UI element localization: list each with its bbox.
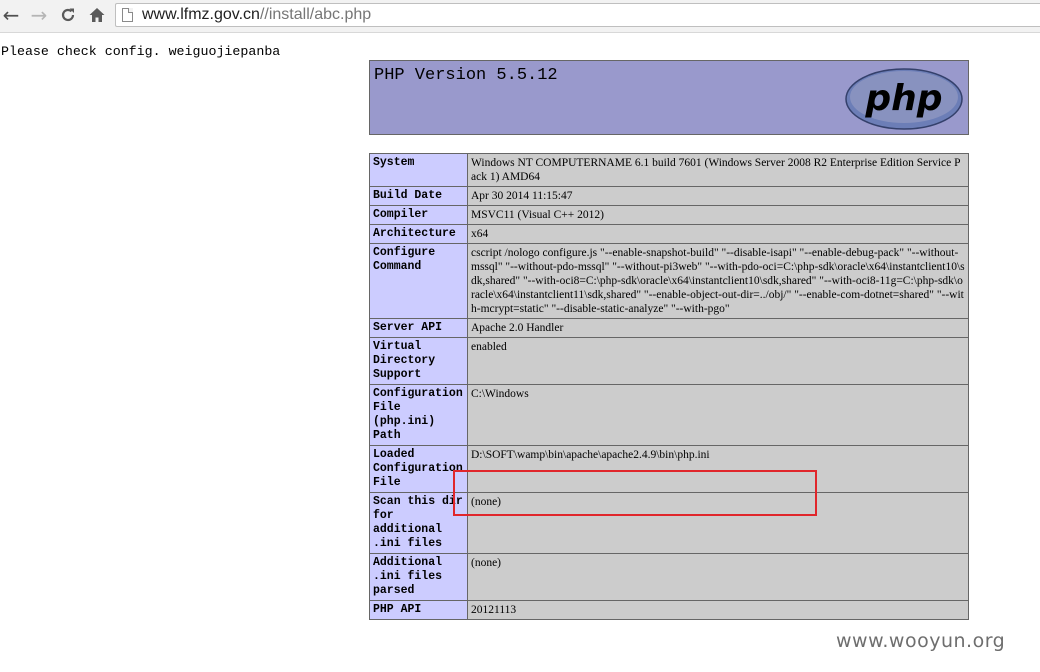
forward-arrow-icon[interactable]: →: [28, 4, 50, 26]
row-value: (none): [467, 553, 969, 601]
row-value: Apr 30 2014 11:15:47: [467, 186, 969, 206]
config-message: Please check config. weiguojiepanba: [1, 44, 281, 59]
browser-toolbar: ← → www.lfmz.gov.cn//install/abc.php: [0, 0, 1040, 33]
row-key: Server API: [369, 318, 468, 338]
url-text: www.lfmz.gov.cn//install/abc.php: [142, 6, 372, 23]
row-value: Windows NT COMPUTERNAME 6.1 build 7601 (…: [467, 153, 969, 187]
row-value: C:\Windows: [467, 384, 969, 446]
table-row: Build Date Apr 30 2014 11:15:47: [369, 186, 969, 206]
row-key: Scan this dir for additional .ini files: [369, 492, 468, 554]
row-value: MSVC11 (Visual C++ 2012): [467, 205, 969, 225]
table-row: System Windows NT COMPUTERNAME 6.1 build …: [369, 153, 969, 187]
phpinfo-header: PHP Version 5.5.12 php: [369, 60, 969, 135]
table-row: PHP API 20121113: [369, 600, 969, 620]
row-value: Apache 2.0 Handler: [467, 318, 969, 338]
table-row: Additional .ini files parsed (none): [369, 553, 969, 601]
row-key: Virtual Directory Support: [369, 337, 468, 385]
address-bar[interactable]: www.lfmz.gov.cn//install/abc.php: [115, 3, 1040, 27]
row-key: PHP API: [369, 600, 468, 620]
row-value: (none): [467, 492, 969, 554]
table-row: Loaded Configuration File D:\SOFT\wamp\bi…: [369, 445, 969, 493]
row-key: System: [369, 153, 468, 187]
row-value: 20121113: [467, 600, 969, 620]
row-value: cscript /nologo configure.js "--enable-s…: [467, 243, 969, 319]
row-key: Build Date: [369, 186, 468, 206]
table-row: Scan this dir for additional .ini files(…: [369, 492, 969, 554]
table-row: Configuration File (php.ini) Path C:\Wind…: [369, 384, 969, 446]
watermark: www.wooyun.org: [836, 630, 1006, 652]
table-row: Configure Command cscript /nologo configu…: [369, 243, 969, 319]
phpinfo-container: PHP Version 5.5.12 php System Windows NT …: [369, 60, 969, 620]
row-key: Compiler: [369, 205, 468, 225]
home-icon[interactable]: [86, 4, 108, 26]
phpinfo-table: System Windows NT COMPUTERNAME 6.1 build …: [369, 153, 969, 620]
table-row: Virtual Directory Support enabled: [369, 337, 969, 385]
reload-icon[interactable]: [57, 4, 79, 26]
table-row: Server API Apache 2.0 Handler: [369, 318, 969, 338]
row-key: Architecture: [369, 224, 468, 244]
back-arrow-icon[interactable]: ←: [0, 4, 22, 26]
php-logo-icon[interactable]: php: [844, 67, 964, 131]
row-key: Configuration File (php.ini) Path: [369, 384, 468, 446]
row-value: x64: [467, 224, 969, 244]
table-row: Architecture x64: [369, 224, 969, 244]
table-row: Compiler MSVC11 (Visual C++ 2012): [369, 205, 969, 225]
row-value: enabled: [467, 337, 969, 385]
row-value: D:\SOFT\wamp\bin\apache\apache2.4.9\bin\…: [467, 445, 969, 493]
page-icon: [122, 8, 133, 22]
php-version-title: PHP Version 5.5.12: [374, 66, 558, 85]
row-key: Loaded Configuration File: [369, 445, 468, 493]
row-key: Configure Command: [369, 243, 468, 319]
svg-text:php: php: [864, 78, 942, 119]
row-key: Additional .ini files parsed: [369, 553, 468, 601]
